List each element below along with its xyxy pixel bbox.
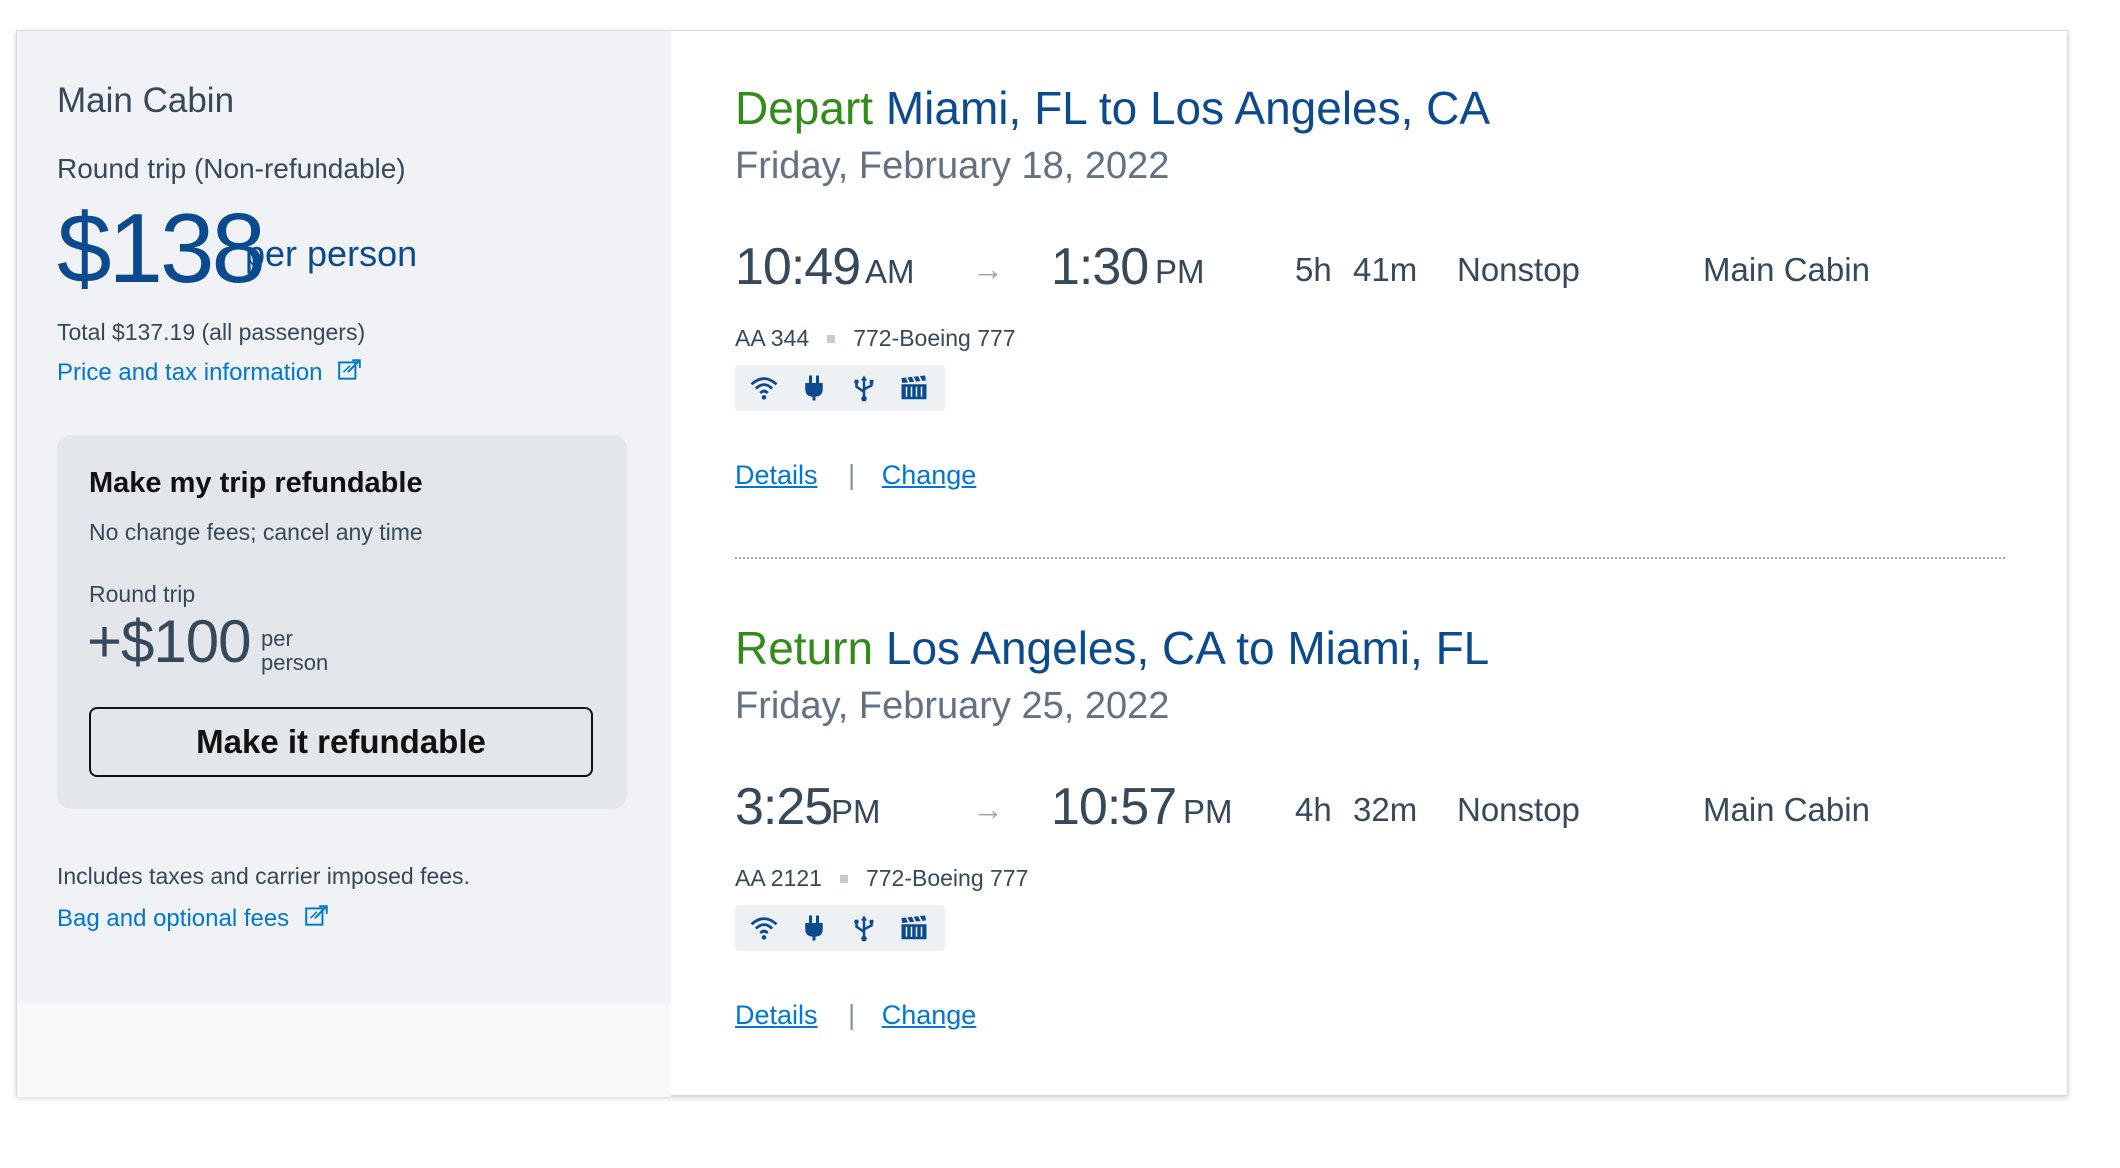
return-heading: Return Los Angeles, CA to Miami, FL <box>735 621 1489 675</box>
external-link-icon <box>337 357 363 390</box>
refund-per-line1: per <box>261 626 293 651</box>
refund-subtitle: No change fees; cancel any time <box>89 519 423 545</box>
entertainment-icon <box>901 375 927 400</box>
return-arrival-time: 10:57 <box>1051 778 1177 836</box>
separator-dot <box>839 875 848 883</box>
refund-trip-label: Round trip <box>89 581 196 607</box>
entertainment-icon <box>901 915 927 940</box>
return-aircraft: 772-Boeing 777 <box>865 865 1029 891</box>
usb-icon <box>854 375 874 402</box>
return-cabin: Main Cabin <box>1703 791 1870 828</box>
return-actions: Details | Change <box>735 999 976 1031</box>
depart-arrival-ampm: PM <box>1155 253 1205 290</box>
price-tax-link[interactable]: Price and tax information <box>57 357 363 390</box>
fare-sidebar: Main Cabin Round trip (Non-refundable) $… <box>17 31 671 1003</box>
make-refundable-button[interactable]: Make it refundable <box>89 707 593 777</box>
bag-fees-link[interactable]: Bag and optional fees <box>57 903 330 936</box>
depart-direction: Depart <box>735 82 874 134</box>
depart-duration-hours: 5h <box>1295 251 1332 288</box>
depart-departure-time: 10:49 <box>735 238 861 296</box>
separator-dot <box>827 335 836 343</box>
depart-route: Miami, FL to Los Angeles, CA <box>885 82 1491 134</box>
cabin-title: Main Cabin <box>57 81 235 120</box>
price-tax-link-label[interactable]: Price and tax information <box>57 359 322 386</box>
depart-date: Friday, February 18, 2022 <box>735 145 1170 187</box>
depart-heading: Depart Miami, FL to Los Angeles, CA <box>735 81 1490 135</box>
external-link-icon <box>304 903 330 936</box>
trip-type: Round trip (Non-refundable) <box>57 153 406 184</box>
depart-duration-minutes: 41m <box>1353 251 1418 288</box>
wifi-icon <box>750 377 778 400</box>
depart-flight-info: AA 344 772-Boeing 777 <box>735 325 1016 352</box>
return-duration-hours: 4h <box>1295 791 1332 828</box>
depart-aircraft: 772-Boeing 777 <box>853 325 1016 351</box>
return-flight-number: AA 2121 <box>735 865 822 891</box>
power-outlet-icon <box>805 915 823 941</box>
return-departure-time: 3:25 <box>735 778 833 836</box>
return-direction: Return <box>735 622 874 674</box>
refund-title: Make my trip refundable <box>89 467 423 499</box>
depart-stops: Nonstop <box>1457 251 1580 288</box>
depart-amenities <box>735 365 945 411</box>
fare-total: Total $137.19 (all passengers) <box>57 319 366 345</box>
flight-summary-card: Main Cabin Round trip (Non-refundable) $… <box>16 30 2068 1097</box>
return-date: Friday, February 25, 2022 <box>735 685 1170 727</box>
depart-change-link[interactable]: Change <box>882 460 977 490</box>
fees-note: Includes taxes and carrier imposed fees. <box>57 863 470 889</box>
depart-flight-number: AA 344 <box>735 325 810 351</box>
depart-departure-ampm: AM <box>865 253 915 290</box>
wifi-icon <box>750 917 778 940</box>
return-route: Los Angeles, CA to Miami, FL <box>885 622 1490 674</box>
bag-fees-link-label[interactable]: Bag and optional fees <box>57 905 289 932</box>
return-departure-ampm: PM <box>831 793 881 830</box>
usb-icon <box>854 915 874 942</box>
return-flight-info: AA 2121 772-Boeing 777 <box>735 865 1028 892</box>
power-outlet-icon <box>805 375 823 401</box>
depart-details-link[interactable]: Details <box>735 460 818 490</box>
refundable-upsell-box: Make my trip refundable No change fees; … <box>57 435 627 809</box>
refund-price: +$100 <box>87 608 252 675</box>
return-stops: Nonstop <box>1457 791 1580 828</box>
return-details-link[interactable]: Details <box>735 1000 818 1030</box>
arrow-right-icon: → <box>972 251 1004 287</box>
return-arrival-ampm: PM <box>1183 793 1233 830</box>
fare-per-person: per person <box>245 233 418 274</box>
depart-actions: Details | Change <box>735 459 976 491</box>
return-change-link[interactable]: Change <box>882 1000 977 1030</box>
link-separator: | <box>847 999 856 1030</box>
fare-price: $138 <box>57 193 266 303</box>
flight-divider <box>735 557 2005 559</box>
depart-cabin: Main Cabin <box>1703 251 1870 288</box>
sidebar-footer-area <box>17 1003 671 1097</box>
refund-per-line2: person <box>261 650 329 675</box>
return-duration-minutes: 32m <box>1353 791 1418 828</box>
arrow-right-icon: → <box>972 791 1004 827</box>
link-separator: | <box>847 459 856 490</box>
depart-arrival-time: 1:30 <box>1051 238 1149 296</box>
refund-per-person: per person <box>261 627 328 675</box>
return-amenities <box>735 905 945 951</box>
